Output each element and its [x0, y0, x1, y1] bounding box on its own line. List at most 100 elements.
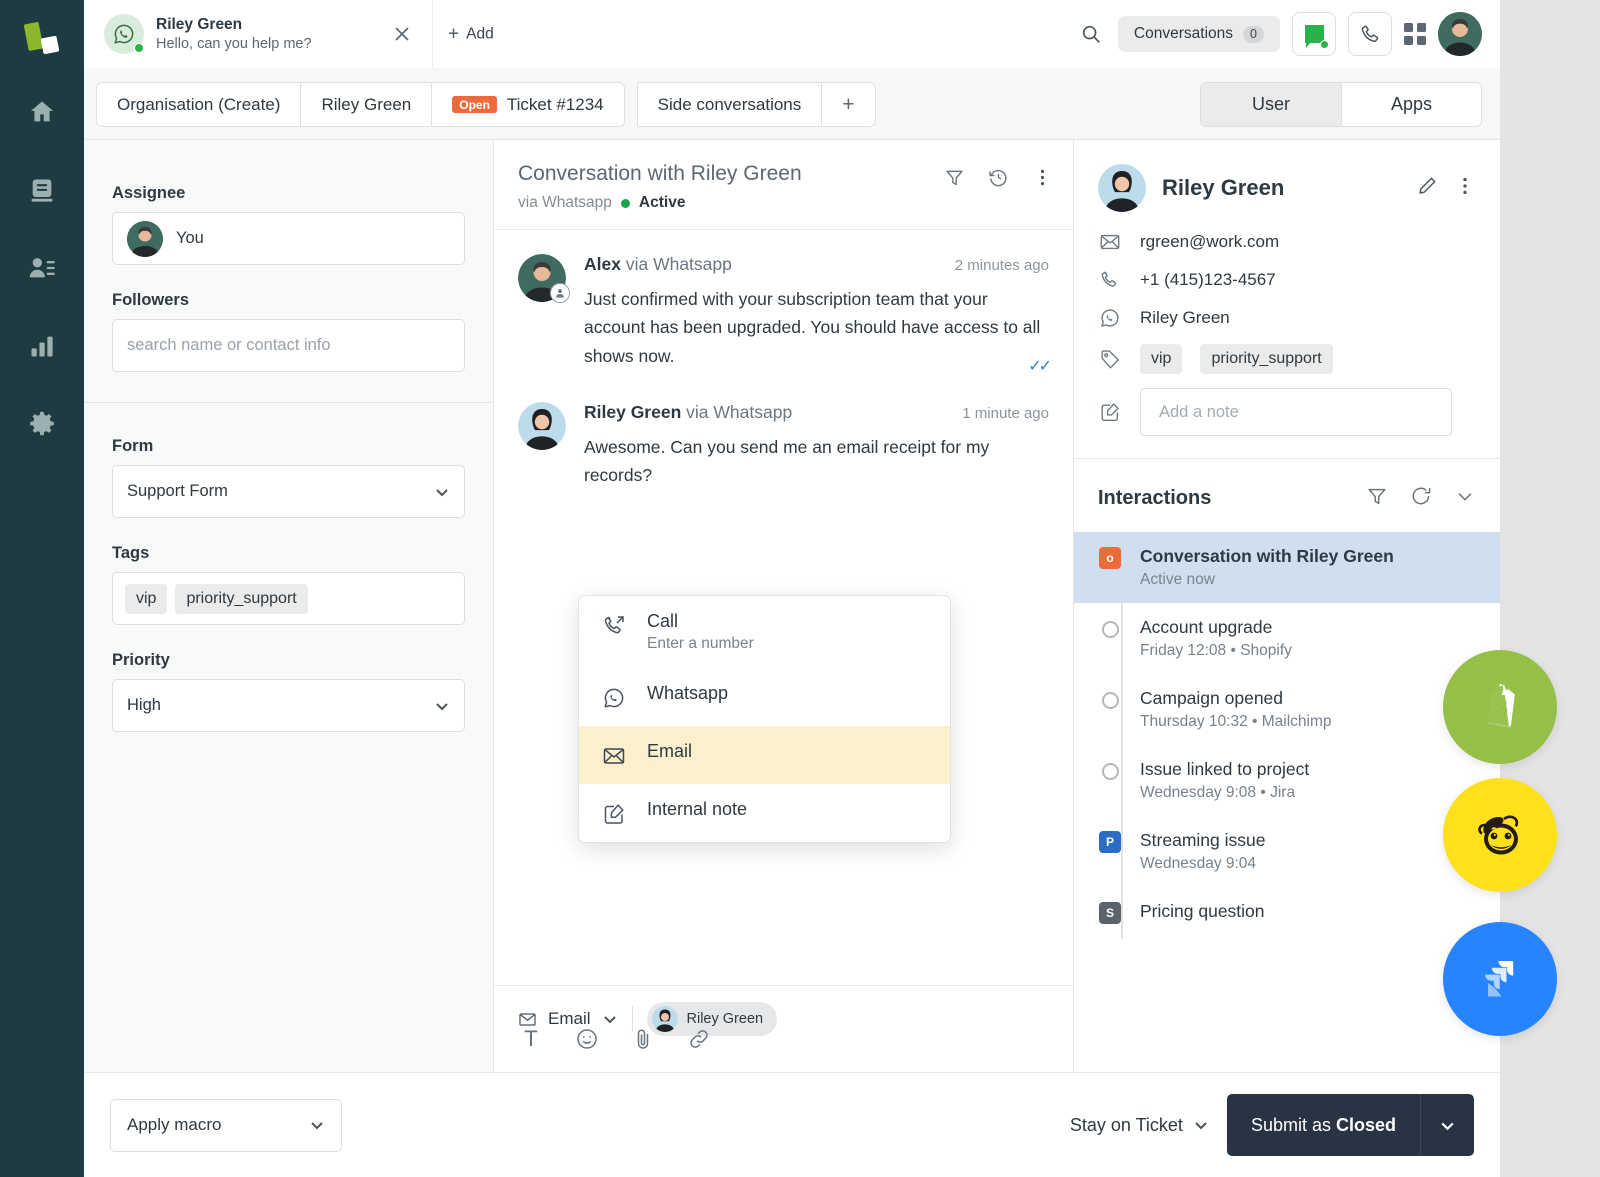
add-side-conversation-button[interactable]: + — [821, 82, 876, 127]
contact-name: Riley Green — [1162, 175, 1285, 200]
timeline-marker — [1098, 617, 1122, 641]
envelope-icon — [601, 743, 627, 769]
tab-side-conversations[interactable]: Side conversations — [636, 82, 822, 127]
rail-item-reports[interactable] — [14, 318, 70, 374]
main-window: Riley Green Hello, can you help me? + Ad… — [84, 0, 1500, 1177]
timeline-item[interactable]: P Streaming issue Wednesday 9:04 — [1074, 816, 1500, 887]
shopify-glyph: S — [1487, 680, 1515, 728]
assignee-field[interactable]: You — [112, 212, 465, 265]
assignee-value: You — [176, 229, 204, 247]
rail-item-home[interactable] — [14, 84, 70, 140]
menu-item-whatsapp[interactable]: Whatsapp — [579, 668, 950, 726]
rail-item-settings[interactable] — [14, 396, 70, 452]
shopify-icon[interactable]: S — [1443, 650, 1557, 764]
tag-chip: priority_support — [175, 583, 308, 614]
author-name: Alex — [584, 254, 621, 274]
grid-icon[interactable] — [1404, 23, 1426, 45]
contact-whatsapp-row[interactable]: Riley Green — [1098, 306, 1476, 330]
search-icon[interactable] — [1076, 19, 1106, 49]
chevron-down-icon[interactable] — [1454, 485, 1476, 512]
more-vertical-icon[interactable] — [1454, 175, 1476, 202]
timeline-title: Streaming issue — [1140, 830, 1266, 850]
filter-icon[interactable] — [939, 162, 969, 192]
tags-field[interactable]: vip priority_support — [112, 572, 465, 625]
ticket-tabs: Organisation (Create) Riley Green Open T… — [96, 82, 876, 127]
text-format-icon[interactable]: T — [518, 1026, 544, 1052]
plus-icon: + — [842, 93, 855, 116]
rail-item-contacts[interactable] — [14, 240, 70, 296]
message-text: Just confirmed with your subscription te… — [584, 289, 1041, 366]
more-vertical-icon[interactable] — [1027, 162, 1057, 192]
contact-phone-row[interactable]: +1 (415)123-4567 — [1098, 268, 1476, 292]
timeline-item[interactable]: Account upgrade Friday 12:08 • Shopify — [1074, 603, 1500, 674]
marker-badge: o — [1099, 547, 1121, 569]
menu-item-title: Email — [647, 741, 693, 761]
recipient-name: Riley Green — [686, 1011, 764, 1027]
conversation-status: Active — [638, 194, 686, 211]
interactions-header: Interactions — [1074, 459, 1500, 532]
message-item: Alex via Whatsapp 2 minutes ago Just con… — [494, 230, 1073, 375]
close-icon[interactable] — [390, 22, 414, 46]
segment-apps[interactable]: Apps — [1341, 83, 1481, 126]
timeline-item[interactable]: o Conversation with Riley Green Active n… — [1074, 532, 1500, 603]
menu-item-email[interactable]: Email — [579, 726, 950, 784]
link-icon[interactable] — [686, 1026, 712, 1052]
submit-button-group[interactable]: Submit as Closed — [1226, 1094, 1474, 1156]
ticket-footer: Apply macro Stay on Ticket Submit as Clo… — [84, 1072, 1500, 1177]
priority-select[interactable]: High — [112, 679, 465, 732]
add-tab-button[interactable]: + Add — [448, 25, 494, 44]
pencil-icon[interactable] — [1416, 175, 1438, 202]
add-note-input[interactable]: Add a note — [1140, 388, 1452, 436]
timeline-item[interactable]: Campaign opened Thursday 10:32 • Mailchi… — [1074, 674, 1500, 745]
tab-label: Side conversations — [657, 94, 802, 114]
submit-state: Closed — [1335, 1114, 1396, 1135]
rail-item-tickets[interactable] — [14, 162, 70, 218]
tab-ticket-1234[interactable]: Open Ticket #1234 — [431, 82, 625, 127]
whatsapp-icon — [601, 685, 627, 711]
chat-bubble-icon[interactable] — [1292, 12, 1336, 56]
timeline-item[interactable]: S Pricing question — [1074, 887, 1500, 939]
contact-tags-row[interactable]: vip priority_support — [1098, 344, 1476, 374]
timeline-item[interactable]: Issue linked to project Wednesday 9:08 •… — [1074, 745, 1500, 816]
note-edit-icon — [601, 801, 627, 827]
timeline-marker — [1098, 759, 1122, 783]
menu-item-call[interactable]: Call Enter a number — [579, 596, 950, 668]
mailchimp-icon[interactable] — [1443, 778, 1557, 892]
filter-icon[interactable] — [1366, 485, 1388, 512]
submit-dropdown-button[interactable] — [1421, 1117, 1474, 1134]
segment-user[interactable]: User — [1201, 83, 1341, 126]
refresh-icon[interactable] — [1410, 485, 1432, 512]
customer-context-panel: Riley Green rgreen@work.com +1 (415)123-… — [1074, 140, 1500, 1177]
status-badge: Open — [452, 96, 497, 113]
priority-label: Priority — [112, 651, 170, 669]
conversation-actions — [939, 162, 1057, 192]
conversations-queue-pill[interactable]: Conversations 0 — [1117, 16, 1280, 52]
avatar[interactable] — [1438, 12, 1482, 56]
open-conversation-tab[interactable]: Riley Green Hello, can you help me? — [84, 0, 433, 68]
timeline-title: Issue linked to project — [1140, 759, 1310, 779]
tag-chip: priority_support — [1200, 344, 1333, 374]
emoji-icon[interactable] — [574, 1026, 600, 1052]
menu-item-internal-note[interactable]: Internal note — [579, 784, 950, 842]
history-icon[interactable] — [983, 162, 1013, 192]
tab-riley-green[interactable]: Riley Green — [300, 82, 432, 127]
app-logo-icon — [20, 18, 64, 62]
form-select[interactable]: Support Form — [112, 465, 465, 518]
jira-icon[interactable] — [1443, 922, 1557, 1036]
submit-button[interactable]: Submit as Closed — [1227, 1115, 1420, 1136]
queue-label: Conversations — [1133, 25, 1233, 42]
channel-selector-menu: Call Enter a number Whatsapp Email Inter… — [578, 595, 951, 843]
apply-macro-select[interactable]: Apply macro — [110, 1098, 342, 1152]
message-author: Riley Green via Whatsapp — [584, 402, 792, 423]
phone-icon[interactable] — [1348, 12, 1392, 56]
contact-email-row[interactable]: rgreen@work.com — [1098, 230, 1476, 254]
stay-on-ticket-select[interactable]: Stay on Ticket — [1070, 1115, 1209, 1136]
global-nav-rail — [0, 0, 84, 1177]
tab-label: Ticket #1234 — [506, 94, 604, 114]
chevron-down-icon — [436, 702, 448, 710]
followers-input[interactable]: search name or contact info — [112, 319, 465, 372]
attachment-icon[interactable] — [630, 1026, 656, 1052]
composer-toolbar: T — [518, 1026, 712, 1052]
timeline-meta: Wednesday 9:04 — [1140, 855, 1257, 872]
tab-organisation[interactable]: Organisation (Create) — [96, 82, 301, 127]
